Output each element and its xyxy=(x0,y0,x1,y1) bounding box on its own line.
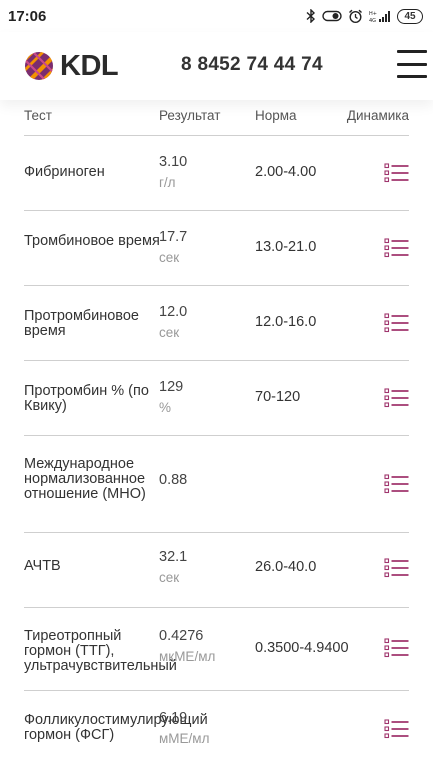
table-row: Фолликулостимулирующий гормон (ФСГ) 6.19 м… xyxy=(24,691,409,770)
result-unit: сек xyxy=(159,570,180,585)
norm-range: 12.0-16.0 xyxy=(255,314,317,330)
result-unit: г/л xyxy=(159,175,176,190)
signal-icon: H+ 4G xyxy=(369,10,391,23)
vibrate-icon xyxy=(322,10,342,22)
result-value: 17.7 xyxy=(159,229,188,245)
phone-number-link[interactable]: 8 8452 74 44 74 xyxy=(181,54,323,76)
table-row: Протромбиновое время 12.0 сек 12.0-16.0 xyxy=(24,286,409,361)
header-test: Тест xyxy=(24,108,52,123)
dynamics-list-icon[interactable] xyxy=(384,313,409,333)
result-value: 129 xyxy=(159,379,184,395)
menu-line xyxy=(397,50,427,53)
dynamics-list-icon[interactable] xyxy=(384,558,409,578)
test-name: Тиреотропный гормон (ТТГ), ультрачувстви… xyxy=(24,628,177,674)
menu-line xyxy=(397,62,427,66)
result-value: 3.10 xyxy=(159,154,188,170)
menu-line xyxy=(397,75,427,78)
table-row: Тиреотропный гормон (ТТГ), ультрачувстви… xyxy=(24,608,409,691)
test-name: АЧТВ xyxy=(24,558,61,574)
test-name: Тромбиновое время xyxy=(24,233,160,249)
table-body: Фибриноген 3.10 г/л 2.00-4.00 Тромбиновое вр… xyxy=(24,136,409,770)
status-time: 17:06 xyxy=(8,7,47,25)
test-name: Фибриноген xyxy=(24,164,105,180)
table-row: АЧТВ 32.1 сек 26.0-40.0 xyxy=(24,533,409,608)
test-name: Международное нормализованное отношение … xyxy=(24,456,146,502)
result-cell: 0.88 xyxy=(159,473,187,488)
dynamics-list-icon[interactable] xyxy=(384,638,409,658)
table-row: Фибриноген 3.10 г/л 2.00-4.00 xyxy=(24,136,409,211)
dynamics-list-icon[interactable] xyxy=(384,474,409,494)
result-value: 32.1 xyxy=(159,549,188,565)
header-dynamics: Динамика xyxy=(346,108,409,123)
result-value: 6.19 xyxy=(159,710,188,726)
svg-text:H+: H+ xyxy=(369,11,377,17)
logo-text: KDL xyxy=(60,49,119,82)
test-name: Фолликулостимулирующий гормон (ФСГ) xyxy=(24,712,208,743)
result-cell: 0.4276 мкМЕ/мл xyxy=(159,628,216,665)
result-value: 0.4276 xyxy=(159,628,204,644)
alarm-icon xyxy=(348,9,363,24)
norm-range: 13.0-21.0 xyxy=(255,239,317,255)
result-unit: мкМЕ/мл xyxy=(159,649,216,664)
test-name: Протромбин % (по Квику) xyxy=(24,383,149,414)
dynamics-list-icon[interactable] xyxy=(384,388,409,408)
norm-range: 70-120 xyxy=(255,389,301,405)
dynamics-list-icon[interactable] xyxy=(384,163,409,183)
norm-range: 2.00-4.00 xyxy=(255,164,317,180)
bluetooth-icon xyxy=(306,9,316,23)
results-table: Тест Результат Норма Динамика Фибриноген… xyxy=(24,100,409,770)
result-unit: сек xyxy=(159,325,180,340)
result-unit: мМЕ/мл xyxy=(159,731,210,746)
result-cell: 6.19 мМЕ/мл xyxy=(159,710,210,747)
table-header: Тест Результат Норма Динамика xyxy=(24,100,409,136)
result-unit: сек xyxy=(159,250,180,265)
svg-text:4G: 4G xyxy=(369,18,376,23)
test-name: Протромбиновое время xyxy=(24,308,139,339)
logo[interactable]: KDL xyxy=(24,49,119,83)
norm-range: 0.3500-4.9400 xyxy=(255,640,349,656)
result-cell: 12.0 сек xyxy=(159,304,188,341)
table-row: Международное нормализованное отношение … xyxy=(24,436,409,533)
table-row: Протромбин % (по Квику) 129% 70-120 xyxy=(24,361,409,436)
result-unit: % xyxy=(159,400,172,415)
result-cell: 3.10 г/л xyxy=(159,154,188,191)
result-value: 12.0 xyxy=(159,304,188,320)
site-header: KDL 8 8452 74 44 74 xyxy=(0,32,433,100)
result-cell: 17.7 сек xyxy=(159,229,188,266)
result-cell: 32.1 сек xyxy=(159,549,188,586)
battery-icon: 45 xyxy=(397,8,423,24)
table-row: Тромбиновое время 17.7 сек 13.0-21.0 xyxy=(24,211,409,286)
status-bar: 17:06 H+ 4G 45 xyxy=(0,0,433,32)
status-icons: H+ 4G 45 xyxy=(306,8,423,24)
kdl-logo-icon xyxy=(25,52,53,80)
header-norm: Норма xyxy=(255,108,297,123)
result-value: 0.88 xyxy=(159,472,188,488)
norm-range: 26.0-40.0 xyxy=(255,559,317,575)
result-cell: 129% xyxy=(159,379,184,416)
hamburger-menu-icon[interactable] xyxy=(397,50,427,78)
header-result: Результат xyxy=(159,108,221,123)
dynamics-list-icon[interactable] xyxy=(384,719,409,739)
dynamics-list-icon[interactable] xyxy=(384,238,409,258)
